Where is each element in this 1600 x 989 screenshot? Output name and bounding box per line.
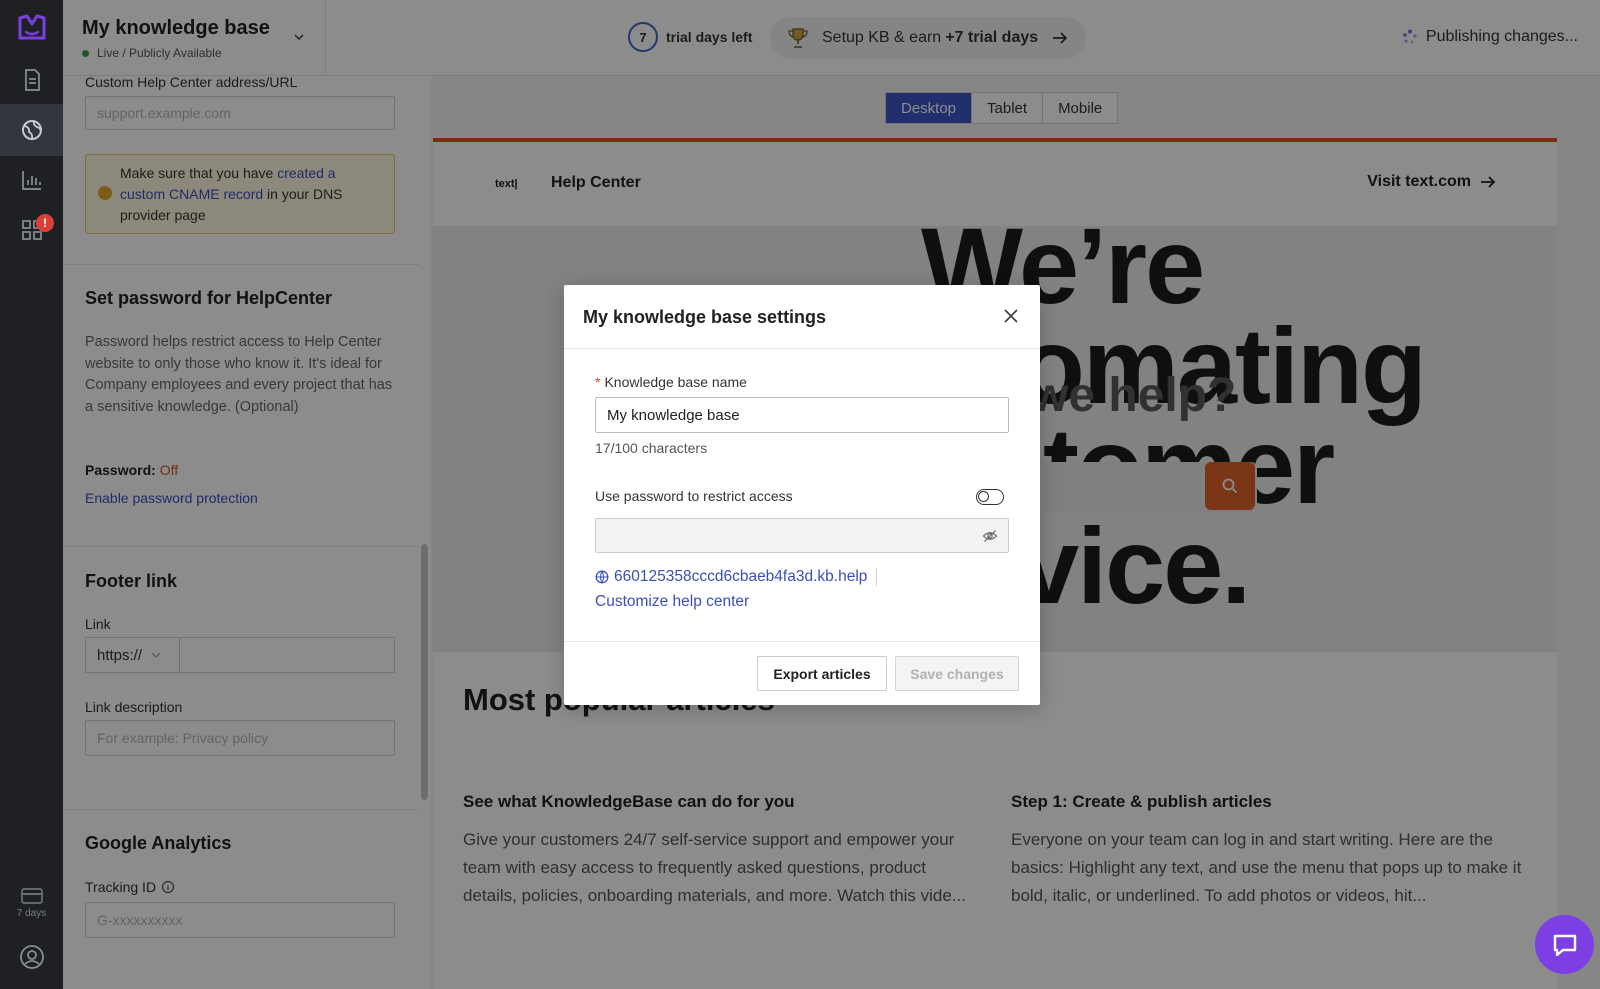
close-icon[interactable] bbox=[1000, 305, 1022, 327]
app-logo-icon[interactable] bbox=[18, 14, 46, 40]
kb-name-input[interactable]: My knowledge base bbox=[595, 397, 1009, 433]
nav-reports[interactable] bbox=[0, 154, 63, 206]
password-input[interactable] bbox=[595, 518, 1009, 553]
apps-alert-badge: ! bbox=[36, 214, 54, 232]
globe-icon bbox=[21, 120, 42, 140]
chat-launcher[interactable] bbox=[1535, 915, 1594, 974]
chat-icon bbox=[1553, 934, 1576, 956]
kb-url-text: 660125358cccd6cbaeb4fa3d.kb.help bbox=[614, 568, 868, 585]
nav-articles[interactable] bbox=[0, 54, 63, 106]
save-changes-button[interactable]: Save changes bbox=[895, 656, 1019, 691]
nav-publish[interactable] bbox=[0, 104, 63, 156]
articles-icon bbox=[24, 69, 40, 91]
kb-name-label-text: Knowledge base name bbox=[604, 374, 747, 390]
trial-days-label: 7 days bbox=[16, 908, 47, 919]
account-icon[interactable] bbox=[19, 944, 45, 970]
char-count: 17/100 characters bbox=[595, 440, 708, 456]
modal-footer: Export articles Save changes bbox=[564, 641, 1040, 705]
customize-help-center-link[interactable]: Customize help center bbox=[595, 593, 749, 611]
kb-settings-modal: My knowledge base settings * Knowledge ba… bbox=[564, 285, 1040, 705]
url-separator bbox=[876, 568, 878, 586]
nav-billing[interactable]: 7 days bbox=[0, 886, 63, 919]
reports-icon bbox=[21, 171, 41, 190]
kb-name-label: * Knowledge base name bbox=[595, 374, 747, 390]
credit-card-icon bbox=[20, 888, 43, 904]
export-articles-button[interactable]: Export articles bbox=[757, 656, 887, 691]
nav-apps[interactable] bbox=[0, 204, 63, 256]
globe-icon bbox=[595, 570, 609, 584]
kb-url-link[interactable]: 660125358cccd6cbaeb4fa3d.kb.help bbox=[595, 568, 878, 586]
modal-title: My knowledge base settings bbox=[583, 307, 827, 327]
left-rail: ! 7 days bbox=[0, 0, 63, 989]
password-toggle-label: Use password to restrict access bbox=[595, 488, 793, 504]
password-toggle[interactable] bbox=[976, 489, 1004, 505]
modal-header: My knowledge base settings bbox=[564, 285, 1040, 349]
required-asterisk: * bbox=[595, 374, 601, 390]
eye-off-icon[interactable] bbox=[982, 528, 998, 544]
